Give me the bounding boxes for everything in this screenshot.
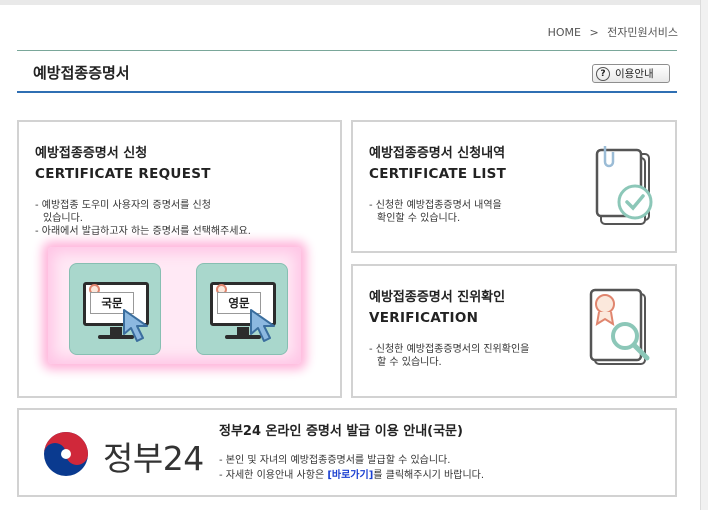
header-divider-top — [17, 50, 677, 51]
verify-desc-line1: - 신청한 예방접종증명서의 진위확인을 — [369, 344, 530, 355]
scrollbar[interactable] — [700, 0, 708, 510]
magnifier-certificate-icon — [589, 288, 650, 365]
document-check-icon — [595, 146, 653, 225]
verify-title-ko: 예방접종증명서 진위확인 — [369, 290, 506, 305]
shortcut-link[interactable]: [바로가기] — [327, 470, 373, 481]
question-icon: ? — [596, 66, 610, 81]
list-description: - 신청한 예방접종증명서 내역을 확인할 수 있습니다. — [369, 199, 502, 225]
list-title-ko: 예방접종증명서 신청내역 — [369, 146, 506, 161]
header-divider-bottom — [17, 91, 677, 93]
certificate-request-panel: 예방접종증명서 신청 CERTIFICATE REQUEST - 예방접종 도우… — [17, 120, 342, 398]
verify-description: - 신청한 예방접종증명서의 진위확인을 할 수 있습니다. — [369, 343, 529, 369]
gov24-title: 정부24 온라인 증명서 발급 이용 안내(국문) — [219, 424, 463, 439]
verify-desc-line2: 할 수 있습니다. — [377, 357, 442, 368]
help-button[interactable]: ? 이용안내 — [592, 64, 670, 83]
request-title-en: CERTIFICATE REQUEST — [35, 166, 211, 182]
list-desc-line2: 확인할 수 있습니다. — [377, 213, 461, 224]
gov24-desc-pre: - 자세한 이용안내 사항은 — [219, 470, 328, 481]
top-border — [0, 0, 708, 5]
korean-certificate-button[interactable]: 국문 — [69, 263, 161, 355]
list-desc-line1: - 신청한 예방접종증명서 내역을 — [369, 200, 502, 211]
breadcrumb-home[interactable]: HOME — [548, 26, 581, 39]
gov24-logo-text: 정부24 — [103, 439, 204, 478]
gov24-description: - 본인 및 자녀의 예방접종증명서를 발급할 수 있습니다. - 자세한 이용… — [219, 453, 484, 483]
list-title-en: CERTIFICATE LIST — [369, 166, 507, 182]
request-title-ko: 예방접종증명서 신청 — [35, 146, 148, 161]
gov24-logo-icon — [44, 432, 88, 476]
gov24-desc-line1: - 본인 및 자녀의 예방접종증명서를 발급할 수 있습니다. — [219, 455, 451, 466]
breadcrumb-separator: > — [589, 26, 599, 39]
gov24-panel: 정부24 정부24 온라인 증명서 발급 이용 안내(국문) - 본인 및 자녀… — [17, 408, 677, 497]
breadcrumb: HOME > 전자민원서비스 — [548, 24, 678, 40]
verify-title-en: VERIFICATION — [369, 310, 479, 326]
gov24-desc-line2: - 자세한 이용안내 사항은 [바로가기]를 클릭해주시기 바랍니다. — [219, 468, 484, 483]
help-button-label: 이용안내 — [615, 68, 654, 80]
certificate-list-panel[interactable]: 예방접종증명서 신청내역 CERTIFICATE LIST - 신청한 예방접종… — [351, 120, 677, 253]
request-desc-line1: - 예방접종 도우미 사용자의 증명서를 신청 — [35, 200, 211, 211]
verification-panel[interactable]: 예방접종증명서 진위확인 VERIFICATION - 신청한 예방접종증명서의… — [351, 264, 677, 398]
request-desc-line2: 있습니다. — [43, 213, 83, 224]
english-certificate-button[interactable]: 영문 — [196, 263, 288, 355]
page-title: 예방접종증명서 — [33, 64, 130, 82]
request-description: - 예방접종 도우미 사용자의 증명서를 신청 있습니다. - 아래에서 발급하… — [35, 199, 251, 238]
breadcrumb-current[interactable]: 전자민원서비스 — [607, 24, 678, 40]
request-desc-line3: - 아래에서 발급하고자 하는 증명서를 선택해주세요. — [35, 226, 251, 237]
cursor-icon — [250, 309, 275, 342]
cursor-icon — [123, 309, 148, 342]
gov24-desc-post: 를 클릭해주시기 바랍니다. — [373, 470, 485, 481]
